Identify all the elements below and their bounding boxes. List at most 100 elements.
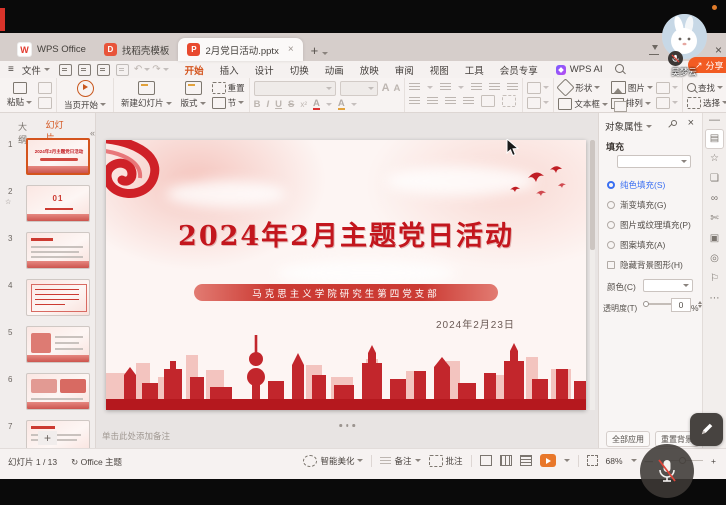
microphone-muted-overlay[interactable] (640, 444, 694, 498)
picture-button[interactable]: 图片 (611, 81, 653, 94)
zoom-in-button[interactable]: + (711, 456, 716, 466)
search-icon[interactable] (615, 64, 624, 73)
panel-title-caret-icon[interactable] (646, 125, 652, 128)
redo-icon[interactable]: ↷ (152, 64, 160, 75)
slide-subtitle-banner[interactable]: 马克思主义学院研究生第四党支部 (194, 284, 498, 301)
justify-icon[interactable] (463, 97, 474, 105)
wps-ai-button[interactable]: WPS AI (556, 64, 603, 75)
panel-collapse-icon[interactable]: « (90, 128, 95, 138)
slide-thumbnail-2[interactable]: 01 (26, 185, 90, 222)
color-select[interactable] (643, 279, 693, 292)
slideshow-play-button[interactable] (540, 454, 556, 467)
beautify-button[interactable]: 智能美化 (303, 455, 363, 467)
more-tools-icon[interactable]: ⋯ (703, 289, 726, 309)
panel-close-icon[interactable]: × (688, 117, 694, 129)
menu-home[interactable]: 开始 (177, 63, 212, 77)
columns-icon[interactable] (481, 95, 495, 107)
slide-thumbnail-7[interactable] (26, 420, 90, 448)
fill-preset-select[interactable] (617, 155, 691, 168)
slide-thumbnail-4[interactable] (26, 279, 90, 316)
fill-option-pattern[interactable]: 图案填充(A) (607, 239, 665, 251)
quick-edit-button[interactable] (690, 413, 723, 446)
italic-button[interactable]: I (266, 99, 269, 110)
menu-design[interactable]: 设计 (247, 63, 282, 77)
vertical-text-button[interactable] (527, 82, 549, 94)
slide-thumbnail-1[interactable]: 2024年2月主题党日活动 (26, 138, 90, 175)
editing-canvas[interactable]: 2024年2月主题党日活动 马克思主义学院研究生第四党支部 2024年2月23日 (96, 113, 598, 448)
cut-icon[interactable] (38, 97, 52, 109)
hide-background-checkbox[interactable]: 隐藏背景图形(H) (607, 259, 683, 271)
fit-slide-icon[interactable] (587, 455, 598, 466)
file-menu[interactable]: 文件 (16, 63, 56, 77)
menu-transitions[interactable]: 切换 (282, 63, 317, 77)
fill-section-title[interactable]: 填充 (606, 140, 624, 153)
text-direction-icon[interactable] (502, 95, 516, 107)
slide-thumbnail-6[interactable] (26, 373, 90, 410)
tab-docer[interactable]: D 找稻壳模板 (95, 38, 179, 61)
window-close-icon[interactable]: × (715, 43, 722, 57)
transparency-slider[interactable] (645, 303, 671, 305)
help-tool-icon[interactable]: ◎ (703, 249, 726, 269)
add-slide-button[interactable]: + (38, 431, 57, 445)
slide-1[interactable]: 2024年2月主题党日活动 马克思主义学院研究生第四党支部 2024年2月23日 (106, 140, 586, 410)
align-left-icon[interactable] (409, 97, 420, 105)
hamburger-icon[interactable]: ≡ (8, 64, 14, 75)
format-painter-icon[interactable] (38, 82, 52, 94)
zoom-caret-icon[interactable] (631, 459, 637, 462)
integrate-mode-icon[interactable] (649, 45, 659, 55)
tab-list-caret-icon[interactable] (322, 52, 328, 55)
arrange-button[interactable]: 排列 (611, 97, 653, 109)
reset-button[interactable]: 重置 (212, 82, 245, 94)
selection-pane-icon[interactable]: ❏ (703, 169, 726, 189)
increase-font-icon[interactable]: A (382, 82, 390, 94)
decrease-indent-icon[interactable] (471, 83, 482, 91)
font-size-select[interactable] (340, 81, 378, 96)
slide-thumbnail-3[interactable] (26, 232, 90, 269)
collapse-panel-icon[interactable]: — (703, 113, 726, 129)
slide-thumbnail-5[interactable] (26, 326, 90, 363)
output-icon[interactable] (116, 64, 129, 76)
card-tool-icon[interactable]: ▣ (703, 229, 726, 249)
shapes-button[interactable]: 形状 (558, 80, 608, 95)
menu-insert[interactable]: 插入 (212, 63, 247, 77)
layout-button[interactable]: 版式 (178, 81, 209, 109)
font-color-caret-icon[interactable] (326, 103, 332, 106)
slider-handle[interactable] (643, 301, 649, 307)
theme-indicator[interactable]: ↻ Office 主题 (71, 456, 122, 468)
save-icon[interactable] (59, 64, 72, 76)
fill-option-picture[interactable]: 图片或纹理填充(P) (607, 219, 691, 231)
new-tab-button[interactable]: + (311, 43, 319, 58)
notes-button[interactable]: 备注 (380, 455, 420, 467)
menu-member[interactable]: 会员专享 (492, 63, 546, 77)
notes-placeholder[interactable]: 单击此处添加备注 (102, 430, 170, 442)
numbering-icon[interactable] (440, 83, 451, 91)
undo-caret-icon[interactable] (144, 68, 150, 71)
slide-title[interactable]: 2024年2月主题党日活动 (106, 214, 586, 253)
menu-view[interactable]: 视图 (422, 63, 457, 77)
line-spacing-icon[interactable] (507, 83, 518, 91)
undo-icon[interactable]: ↶ (134, 64, 142, 75)
effects-tool-icon[interactable]: ☆ (703, 149, 726, 169)
underline-button[interactable]: U (275, 99, 282, 110)
menu-review[interactable]: 审阅 (387, 63, 422, 77)
play-mode-caret-icon[interactable] (564, 459, 570, 462)
apply-all-button[interactable]: 全部应用 (606, 431, 650, 447)
coupon-tool-icon[interactable]: ⚐ (703, 269, 726, 289)
properties-tool-icon[interactable]: ▤ (705, 129, 724, 149)
menu-animation[interactable]: 动画 (317, 63, 352, 77)
align-right-icon[interactable] (445, 97, 456, 105)
align-objects-button[interactable] (527, 97, 549, 109)
fill-option-gradient[interactable]: 渐变填充(G) (607, 199, 666, 211)
bold-button[interactable]: B (254, 99, 261, 110)
zoom-level[interactable]: 68% (606, 456, 623, 466)
tab-close-icon[interactable]: × (288, 44, 294, 55)
normal-view-icon[interactable] (480, 455, 492, 466)
new-slide-button[interactable]: 新建幻灯片 (118, 81, 175, 109)
comments-button[interactable]: 批注 (429, 455, 463, 467)
font-color-button[interactable]: A (313, 99, 320, 110)
send-tool-icon[interactable]: ✄ (703, 209, 726, 229)
find-button[interactable]: 查找 (687, 82, 726, 94)
transparency-value[interactable]: 0 (671, 298, 691, 312)
font-family-select[interactable] (254, 81, 336, 96)
decrease-font-icon[interactable]: A (394, 83, 401, 94)
